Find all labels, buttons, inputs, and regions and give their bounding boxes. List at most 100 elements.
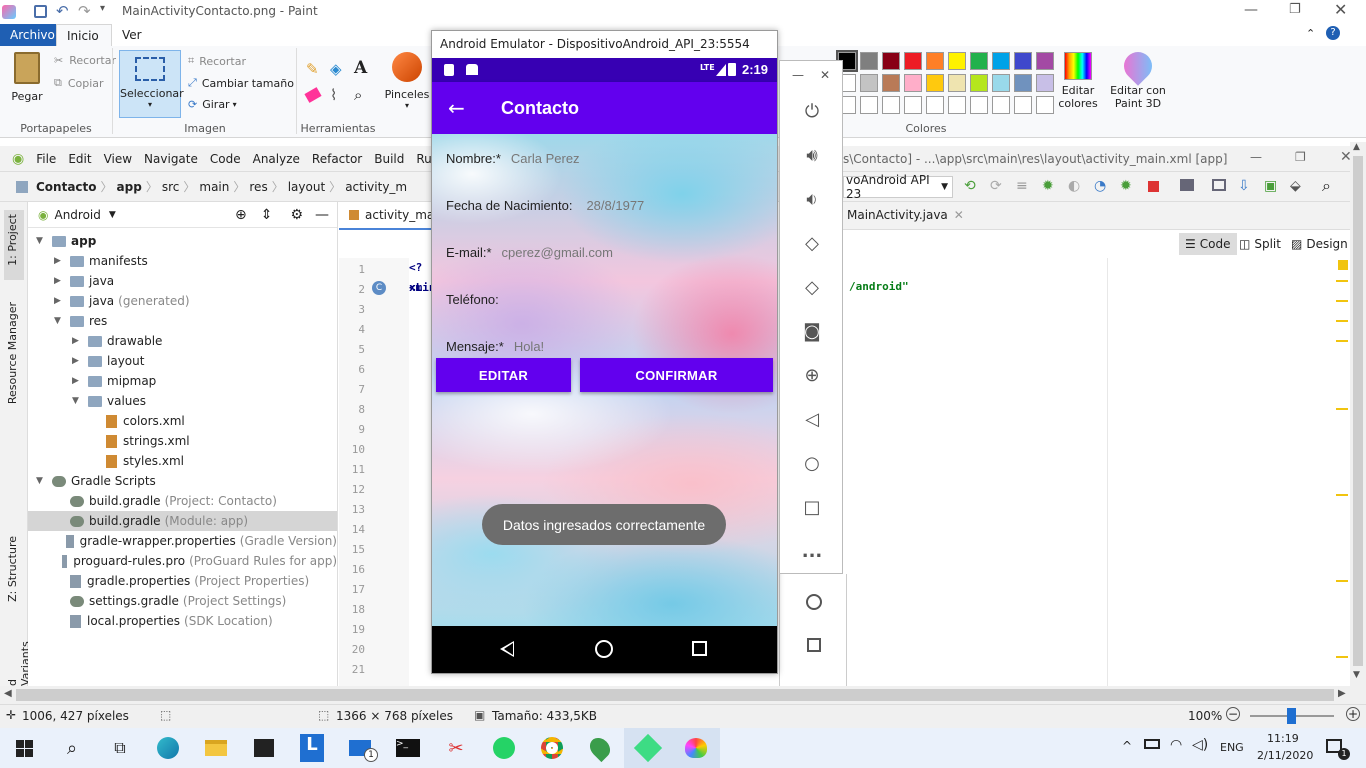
stop-icon[interactable] (1148, 181, 1159, 192)
tab-ver[interactable]: Ver (112, 24, 152, 46)
eraser-icon[interactable] (304, 87, 322, 103)
scrollbar-thumb[interactable] (16, 689, 1334, 701)
color-swatch[interactable] (992, 52, 1010, 70)
edit-colors-button[interactable]: Editar colores (1058, 52, 1098, 110)
snipping-button[interactable]: ✂ (432, 728, 480, 768)
crumb-main[interactable]: main (195, 180, 233, 194)
android-studio-button[interactable] (624, 728, 672, 768)
volume-down-icon[interactable]: 🔉︎ (780, 177, 844, 221)
brushes-button[interactable]: Pinceles ▾ (384, 52, 430, 118)
inspection-indicator[interactable] (1338, 260, 1348, 270)
mode-code[interactable]: ☰ Code (1179, 233, 1237, 255)
task-view-button[interactable]: ⧉ (96, 728, 144, 768)
expand-arrow-icon[interactable]: ▼ (36, 236, 52, 246)
sdk-manager-icon[interactable]: ⇩ (1238, 178, 1250, 194)
code-line-1[interactable]: <?xm (409, 258, 431, 294)
tree-item[interactable]: ▼ app (28, 231, 337, 251)
empty-color-swatch[interactable] (1036, 96, 1054, 114)
color-swatch[interactable] (992, 74, 1010, 92)
close-tab-icon[interactable]: ✕ (954, 208, 964, 222)
home-icon[interactable]: ○ (780, 441, 844, 485)
tab-activity-main[interactable]: activity_mai (339, 202, 438, 230)
volume-up-icon[interactable]: 🔊︎ (780, 133, 844, 177)
menu-edit[interactable]: Edit (62, 146, 97, 172)
color-swatch[interactable] (926, 74, 944, 92)
volume-icon[interactable]: ◁) (1192, 737, 1208, 753)
color-swatch[interactable] (882, 52, 900, 70)
crumb-src[interactable]: src (158, 180, 184, 194)
paint3d-button[interactable]: Editar con Paint 3D (1108, 46, 1168, 110)
color-swatch[interactable] (904, 52, 922, 70)
expand-arrow-icon[interactable]: ▶ (54, 296, 70, 306)
color-swatch[interactable] (1036, 74, 1054, 92)
warning-marker[interactable] (1336, 494, 1348, 496)
menu-analyze[interactable]: Analyze (247, 146, 306, 172)
tree-item[interactable]: colors.xml (28, 411, 337, 431)
nav-recents-icon[interactable] (692, 641, 707, 656)
hide-panel-icon[interactable]: — (315, 207, 329, 223)
empty-color-swatch[interactable] (970, 96, 988, 114)
color-swatch[interactable] (970, 74, 988, 92)
project-view-selector[interactable]: Android (54, 208, 100, 222)
expand-arrow-icon[interactable]: ▶ (72, 376, 88, 386)
undo-icon[interactable]: ↶ (56, 2, 69, 20)
tree-item[interactable]: ▶ layout (28, 351, 337, 371)
zoom-slider-handle[interactable] (1287, 708, 1296, 724)
tool-tab-structure[interactable]: Z: Structure (6, 536, 19, 602)
expand-arrow-icon[interactable]: ▼ (36, 476, 52, 486)
studio-minimize[interactable]: — (1250, 150, 1262, 164)
color-swatch[interactable] (1014, 52, 1032, 70)
show-hidden-icons[interactable]: ^ (1122, 739, 1132, 753)
tool-tab-resource-manager[interactable]: Resource Manager (6, 302, 19, 404)
tab-archivo[interactable]: Archivo (0, 24, 56, 46)
empty-color-swatch[interactable] (882, 96, 900, 114)
class-icon[interactable]: C (372, 281, 386, 295)
color-swatch[interactable] (926, 52, 944, 70)
rotate-left-icon[interactable]: ◇ (780, 221, 844, 265)
close-button[interactable]: ✕ (1334, 0, 1347, 19)
color-swatch[interactable] (1036, 52, 1054, 70)
emulator-close-icon[interactable]: ✕ (820, 68, 830, 82)
language-indicator[interactable]: ENG (1220, 741, 1244, 754)
warning-marker[interactable] (1336, 408, 1348, 410)
tree-item[interactable]: ▼ Gradle Scripts (28, 471, 337, 491)
power-icon[interactable]: ⏻ (780, 89, 844, 133)
warning-marker[interactable] (1336, 320, 1348, 322)
empty-color-swatch[interactable] (860, 96, 878, 114)
expand-arrow-icon[interactable]: ▶ (54, 276, 70, 286)
back-icon[interactable]: ◁ (780, 397, 844, 441)
color-picker-icon[interactable]: ⌇ (330, 86, 337, 104)
crumb-activity[interactable]: activity_m (341, 180, 411, 194)
tree-item[interactable]: strings.xml (28, 431, 337, 451)
quick-access-dropdown-icon[interactable]: ▾ (100, 3, 105, 14)
warning-marker[interactable] (1336, 340, 1348, 342)
color-swatch[interactable] (860, 74, 878, 92)
wifi-icon[interactable]: ◠ (1170, 737, 1182, 753)
apply-changes-icon[interactable]: ⟲ (964, 178, 976, 194)
clock-date[interactable]: 2/11/2020 (1257, 749, 1313, 762)
minimize-button[interactable]: — (1244, 2, 1258, 18)
color-swatch[interactable] (882, 74, 900, 92)
color-swatch[interactable] (904, 74, 922, 92)
store-button[interactable] (240, 728, 288, 768)
tree-item[interactable]: proguard-rules.pro (ProGuard Rules for ap… (28, 551, 337, 571)
tree-item[interactable]: ▶ mipmap (28, 371, 337, 391)
color-swatch[interactable] (948, 74, 966, 92)
terminal-button[interactable]: >_ (384, 728, 432, 768)
crop-button[interactable]: ⌗ Recortar (188, 54, 246, 68)
tab-mainactivity[interactable]: MainActivity.java ✕ (847, 208, 964, 222)
rotate-button[interactable]: ⟳ Girar ▾ (188, 98, 237, 111)
whatsapp-button[interactable] (480, 728, 528, 768)
menu-navigate[interactable]: Navigate (138, 146, 204, 172)
tree-item[interactable]: ▶ java (28, 271, 337, 291)
tree-item[interactable]: ▶ java (generated) (28, 291, 337, 311)
vertical-scrollbar[interactable]: ▲ ▼ (1350, 142, 1366, 686)
apply-code-icon[interactable]: ⟳ (990, 178, 1002, 194)
tree-item[interactable]: ▶ drawable (28, 331, 337, 351)
menu-file[interactable]: File (30, 146, 62, 172)
crosshair-icon[interactable]: ⊕ (235, 207, 247, 223)
search-icon[interactable]: ⌕ (1322, 176, 1331, 196)
mail-button[interactable]: 1 (336, 728, 384, 768)
sync-icon[interactable] (1180, 179, 1194, 191)
menu-code[interactable]: Code (204, 146, 247, 172)
